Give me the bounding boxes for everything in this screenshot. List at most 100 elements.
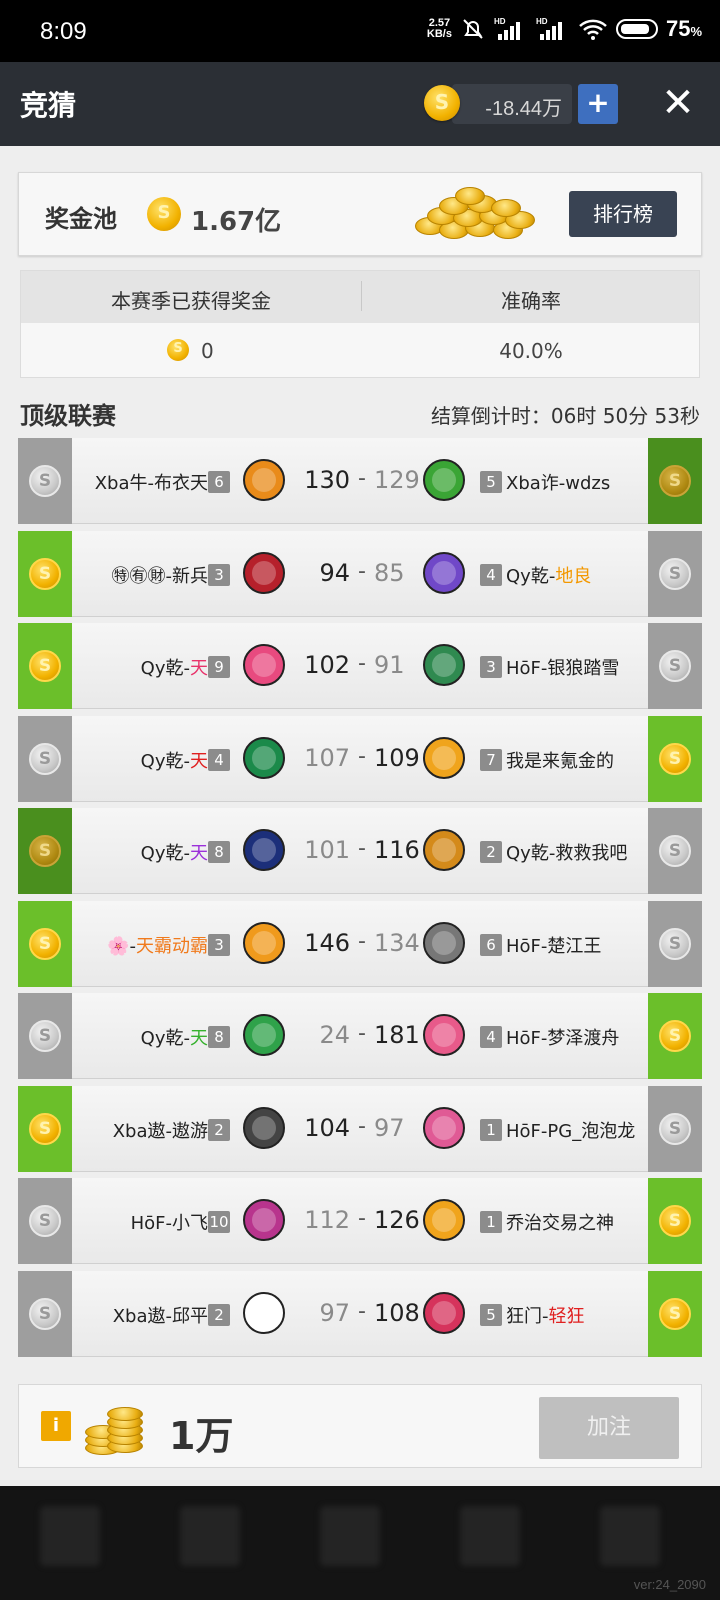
bet-left-button[interactable] xyxy=(18,715,72,802)
score-separator: - xyxy=(358,1206,366,1231)
team-logo-icon xyxy=(243,829,285,871)
right-player-prefix: HōF-楚江王 xyxy=(506,935,602,957)
bet-right-button[interactable] xyxy=(648,1270,702,1357)
team-logo-icon xyxy=(423,644,465,686)
score-separator: - xyxy=(358,466,366,491)
left-score: 130 xyxy=(304,466,350,494)
team-logo-icon xyxy=(423,829,465,871)
bet-left-button[interactable] xyxy=(18,1085,72,1172)
right-level-badge: 1 xyxy=(480,1211,502,1233)
team-logo-icon xyxy=(243,1014,285,1056)
match-row[interactable]: Qy乾-天魁 8 101 - 116 2 Qy乾-救救我吧 xyxy=(18,808,702,894)
score-separator: - xyxy=(358,1113,366,1139)
jackpot-label: 奖金池 xyxy=(45,205,117,233)
coin-balance: -18.44万 xyxy=(452,84,572,124)
right-player-name: Qy乾-地良 xyxy=(506,562,591,588)
signal-hd-icon: HD xyxy=(536,17,562,40)
left-score: 107 xyxy=(304,743,350,772)
nav-item-blurred xyxy=(320,1506,380,1566)
left-player-prefix: 🌸- xyxy=(107,935,136,957)
right-player-name: 乔治交易之神 xyxy=(506,1209,614,1235)
right-player-suffix: 轻狂 xyxy=(548,1305,585,1327)
team-logo-icon xyxy=(423,1291,465,1334)
settlement-countdown: 结算倒计时：06时 50分 53秒 xyxy=(430,404,700,428)
match-row[interactable]: Xba牛-布衣天子 6 130 - 129 5 Xba诈-wdzs xyxy=(18,438,702,524)
earned-value: 0 xyxy=(201,339,214,363)
score-separator: - xyxy=(358,836,366,861)
silver-coin-icon xyxy=(29,835,61,867)
bet-left-button[interactable] xyxy=(18,1270,72,1357)
silver-coin-icon xyxy=(659,742,691,775)
bet-right-button[interactable] xyxy=(648,530,702,617)
bet-right-button[interactable] xyxy=(648,438,702,524)
bet-left-button[interactable] xyxy=(18,438,72,524)
match-row[interactable]: Qy乾-天逗 4 107 - 109 7 我是来氪金的 xyxy=(18,715,702,802)
left-level-badge: 8 xyxy=(208,1026,230,1048)
bet-right-button[interactable] xyxy=(648,993,702,1079)
bet-left-button[interactable] xyxy=(18,623,72,709)
svg-text:HD: HD xyxy=(536,17,548,26)
left-score: 104 xyxy=(304,1113,350,1142)
nav-item-blurred xyxy=(40,1506,100,1566)
bet-left-button[interactable] xyxy=(18,808,72,894)
right-player-prefix: HōF-PG_泡泡龙 xyxy=(506,1120,636,1142)
close-button[interactable]: ✕ xyxy=(660,83,696,123)
accuracy-value: 40.0% xyxy=(499,339,563,363)
team-logo-icon xyxy=(243,921,285,964)
page-title: 竞猜 xyxy=(20,89,77,122)
team-logo-icon xyxy=(243,1106,285,1149)
silver-coin-icon xyxy=(659,557,691,590)
match-row[interactable]: 🌸-天霸动霸哒 3 146 - 134 6 HōF-楚江王 xyxy=(18,900,702,987)
silver-coin-icon xyxy=(29,1112,61,1145)
score-separator: - xyxy=(358,928,366,954)
bet-left-button[interactable] xyxy=(18,530,72,617)
team-logo-icon xyxy=(243,736,285,779)
left-level-badge: 9 xyxy=(208,656,230,678)
match-row[interactable]: HōF-小飞侠 10 112 - 126 1 乔治交易之神 xyxy=(18,1178,702,1264)
match-list: Xba牛-布衣天子 6 130 - 129 5 Xba诈-wdzs ㊕㊒㊖-新兵… xyxy=(18,438,702,1363)
battery-unit: % xyxy=(690,24,702,39)
info-icon[interactable]: i xyxy=(41,1411,71,1441)
score-separator: - xyxy=(358,1021,366,1046)
score-separator: - xyxy=(358,1298,366,1324)
network-speed: 2.57 KB/s xyxy=(427,18,452,40)
bet-bar: i 1万 加注 xyxy=(18,1384,702,1468)
team-logo-icon xyxy=(423,1014,465,1056)
add-coins-button[interactable]: + xyxy=(578,84,618,124)
match-row[interactable]: Qy乾-天熊 8 24 - 181 4 HōF-梦泽渡舟 xyxy=(18,993,702,1079)
bet-right-button[interactable] xyxy=(648,900,702,987)
bet-right-button[interactable] xyxy=(648,1085,702,1172)
ranking-button[interactable]: 排行榜 xyxy=(569,191,677,237)
team-logo-icon xyxy=(243,551,285,594)
score-separator: - xyxy=(358,651,366,676)
match-row[interactable]: Xba遨-遨游武 2 104 - 97 1 HōF-PG_泡泡龙 xyxy=(18,1085,702,1172)
bet-right-button[interactable] xyxy=(648,808,702,894)
silver-coin-icon xyxy=(29,557,61,590)
left-level-badge: 2 xyxy=(208,1118,230,1141)
silver-coin-icon xyxy=(29,742,61,775)
match-row[interactable]: Xba遨-邱平安 2 97 - 108 5 狂门-轻狂 xyxy=(18,1270,702,1357)
left-score: 24 xyxy=(319,1021,350,1049)
team-logo-icon xyxy=(243,459,285,501)
score-separator: - xyxy=(358,558,366,584)
raise-bet-button[interactable]: 加注 xyxy=(539,1397,679,1459)
coin-balance-value: -18.44万 xyxy=(485,98,562,120)
team-logo-icon xyxy=(423,1199,465,1241)
match-row[interactable]: ㊕㊒㊖-新兵器 3 94 - 85 4 Qy乾-地良 xyxy=(18,530,702,617)
right-player-prefix: Qy乾- xyxy=(506,565,556,587)
bet-left-button[interactable] xyxy=(18,993,72,1079)
bet-left-button[interactable] xyxy=(18,1178,72,1264)
signal-hd-icon: HD xyxy=(494,17,520,40)
nav-item-blurred xyxy=(600,1506,660,1566)
match-row[interactable]: Qy乾-天损 9 102 - 91 3 HōF-银狼踏雪 xyxy=(18,623,702,709)
bet-right-button[interactable] xyxy=(648,715,702,802)
right-player-name: 我是来氪金的 xyxy=(506,747,614,773)
bet-amount[interactable]: 1万 xyxy=(169,1405,233,1460)
version-label: ver:24_2090 xyxy=(633,1577,706,1592)
silver-coin-icon xyxy=(659,650,691,682)
bet-right-button[interactable] xyxy=(648,623,702,709)
right-level-badge: 6 xyxy=(480,933,502,956)
bet-right-button[interactable] xyxy=(648,1178,702,1264)
bet-left-button[interactable] xyxy=(18,900,72,987)
left-level-badge: 3 xyxy=(208,563,230,586)
